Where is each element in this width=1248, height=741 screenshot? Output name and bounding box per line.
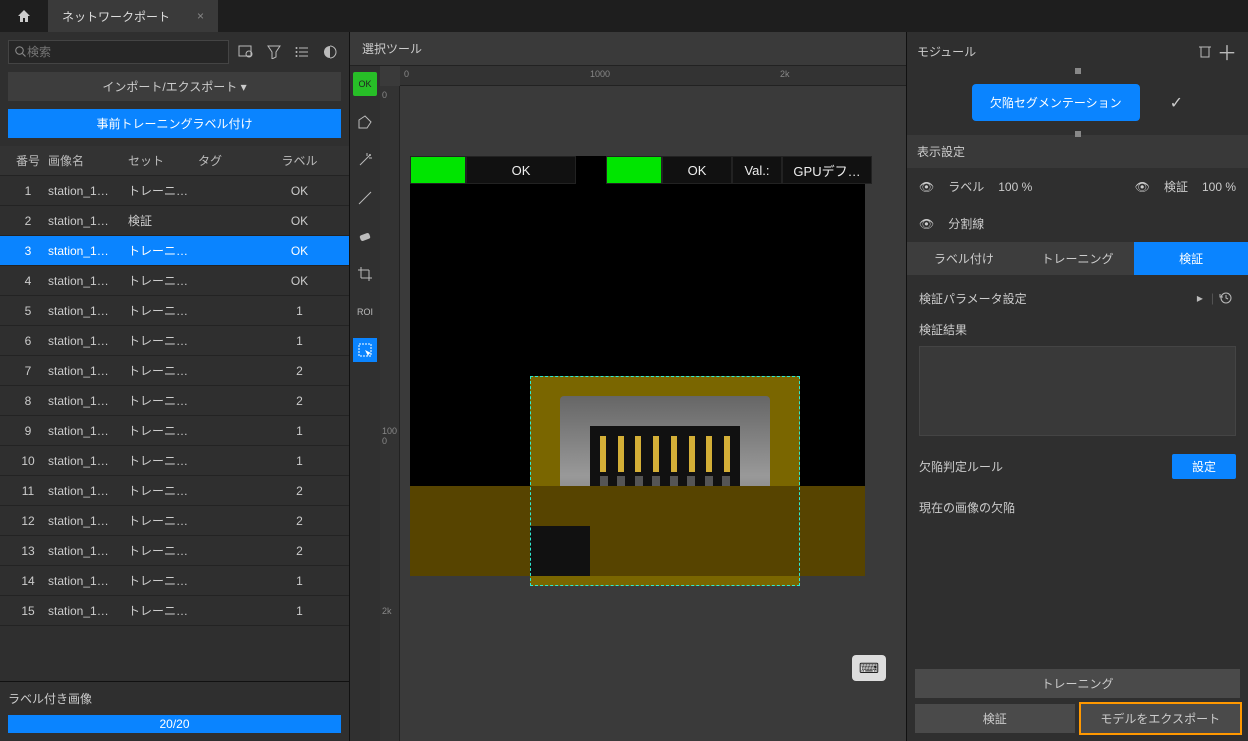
line-tool-icon[interactable] <box>353 186 377 210</box>
crop-tool-icon[interactable] <box>353 262 377 286</box>
defect-seg-module[interactable]: 欠陥セグメンテーション <box>972 84 1140 121</box>
col-name[interactable]: 画像名 <box>48 152 128 169</box>
tool-title: 選択ツール <box>350 32 906 66</box>
table-row[interactable]: 5station_1…トレーニ…1 <box>0 296 349 326</box>
col-set[interactable]: セット <box>128 152 198 169</box>
image-list-panel: インポート/エクスポート ▾ 事前トレーニングラベル付け 番号 画像名 セット … <box>0 32 350 741</box>
display-settings-title: 表示設定 <box>907 135 1248 168</box>
roi-overlay[interactable] <box>530 376 800 586</box>
ruler-horizontal: 0 1000 2k <box>400 66 906 86</box>
table-row[interactable]: 15station_1…トレーニ…1 <box>0 596 349 626</box>
search-input[interactable] <box>27 45 222 59</box>
table-row[interactable]: 10station_1…トレーニ…1 <box>0 446 349 476</box>
expand-icon[interactable]: ▸ <box>1189 287 1211 309</box>
module-panel: モジュール ＋ 欠陥セグメンテーション ✓ 表示設定 👁 ラベル 100 % 👁… <box>906 32 1248 741</box>
ok-badge-tool[interactable]: OK <box>353 72 377 96</box>
polygon-tool-icon[interactable] <box>353 110 377 134</box>
module-title: モジュール <box>917 43 1194 60</box>
titlebar: ネットワークポート × <box>0 0 1248 32</box>
param-label: 検証パラメータ設定 <box>919 290 1189 307</box>
col-label[interactable]: ラベル <box>258 152 341 169</box>
pretrain-label-button[interactable]: 事前トレーニングラベル付け <box>8 109 341 138</box>
labeled-title: ラベル付き画像 <box>8 690 341 707</box>
training-button[interactable]: トレーニング <box>915 669 1240 698</box>
roi-icon[interactable]: ROI <box>353 300 377 324</box>
col-idx[interactable]: 番号 <box>8 152 48 169</box>
label-pct: 100 % <box>998 180 1032 194</box>
viewport[interactable]: 0 1000 2k 0 1000 2k <box>380 66 906 741</box>
export-model-button[interactable]: モデルをエクスポート <box>1081 704 1241 733</box>
settings-button[interactable]: 設定 <box>1172 454 1236 479</box>
result-label: 検証結果 <box>907 321 1248 338</box>
table-row[interactable]: 1station_1…トレーニ…OK <box>0 176 349 206</box>
segline-label: 分割線 <box>948 215 984 232</box>
rule-label: 欠陥判定ルール <box>919 458 1172 475</box>
search-icon <box>15 46 27 58</box>
add-icon[interactable]: ＋ <box>1216 40 1238 62</box>
image-settings-icon[interactable] <box>235 41 257 63</box>
table-row[interactable]: 7station_1…トレーニ…2 <box>0 356 349 386</box>
image-display <box>410 156 865 576</box>
table-row[interactable]: 4station_1…トレーニ…OK <box>0 266 349 296</box>
verify-button[interactable]: 検証 <box>915 704 1075 733</box>
tab-training[interactable]: トレーニング <box>1021 242 1135 275</box>
table-row[interactable]: 9station_1…トレーニ…1 <box>0 416 349 446</box>
toolstrip: OK ROI <box>350 66 380 741</box>
labeled-progress: 20/20 <box>8 715 341 733</box>
result-overlay: OK OK Val.: GPUデフ… <box>410 156 872 184</box>
canvas-panel: 選択ツール OK ROI 0 1000 2k <box>350 32 906 741</box>
grid-icon[interactable] <box>319 41 341 63</box>
table-row[interactable]: 13station_1…トレーニ…2 <box>0 536 349 566</box>
current-defects-label: 現在の画像の欠陥 <box>907 489 1248 526</box>
eye-icon[interactable]: 👁 <box>919 217 934 231</box>
roi-select-tool-icon[interactable] <box>353 338 377 362</box>
tab-verify[interactable]: 検証 <box>1134 242 1248 275</box>
col-tag[interactable]: タグ <box>198 152 258 169</box>
import-export-button[interactable]: インポート/エクスポート ▾ <box>8 72 341 101</box>
close-tab-icon[interactable]: × <box>197 9 204 23</box>
tab-labeling[interactable]: ラベル付け <box>907 242 1021 275</box>
filter-icon[interactable] <box>263 41 285 63</box>
tab-label: ネットワークポート <box>62 8 170 25</box>
keyboard-icon[interactable]: ⌨ <box>852 655 886 681</box>
project-tab[interactable]: ネットワークポート × <box>48 0 218 32</box>
delete-icon[interactable] <box>1194 40 1216 62</box>
table-head: 番号 画像名 セット タグ ラベル <box>0 146 349 176</box>
verify-pct: 100 % <box>1202 180 1236 194</box>
table-row[interactable]: 8station_1…トレーニ…2 <box>0 386 349 416</box>
eye-icon[interactable]: 👁 <box>919 180 934 194</box>
table-row[interactable]: 6station_1…トレーニ…1 <box>0 326 349 356</box>
table-row[interactable]: 14station_1…トレーニ…1 <box>0 566 349 596</box>
label-toggle-label: ラベル <box>948 178 984 195</box>
eraser-tool-icon[interactable] <box>353 224 377 248</box>
mode-tabs: ラベル付け トレーニング 検証 <box>907 242 1248 275</box>
ruler-vertical: 0 1000 2k <box>380 86 400 741</box>
check-icon[interactable]: ✓ <box>1170 93 1183 113</box>
home-button[interactable] <box>0 0 48 32</box>
table-rows: 1station_1…トレーニ…OK2station_1…検証OK3statio… <box>0 176 349 681</box>
labeled-panel: ラベル付き画像 20/20 <box>0 681 349 741</box>
table-row[interactable]: 2station_1…検証OK <box>0 206 349 236</box>
eye-icon[interactable]: 👁 <box>1135 180 1150 194</box>
result-box <box>919 346 1236 436</box>
history-icon[interactable] <box>1214 287 1236 309</box>
verify-toggle-label: 検証 <box>1164 178 1188 195</box>
search-input-wrap[interactable] <box>8 40 229 64</box>
table-row[interactable]: 12station_1…トレーニ…2 <box>0 506 349 536</box>
list-icon[interactable] <box>291 41 313 63</box>
magic-wand-icon[interactable] <box>353 148 377 172</box>
table-row[interactable]: 11station_1…トレーニ…2 <box>0 476 349 506</box>
table-row[interactable]: 3station_1…トレーニ…OK <box>0 236 349 266</box>
